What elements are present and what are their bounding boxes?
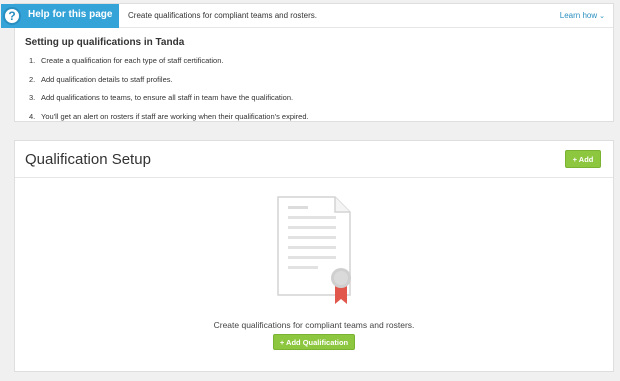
help-steps: 1. Create a qualification for each type o… xyxy=(29,56,309,130)
learn-how-link[interactable]: Learn how ⌄ xyxy=(560,11,605,20)
help-step: 3. Add qualifications to teams, to ensure… xyxy=(29,93,309,112)
qualification-setup-panel: Qualification Setup + Add Create qualifi… xyxy=(14,140,614,372)
help-step: 2. Add qualification details to staff pro… xyxy=(29,75,309,94)
help-tab[interactable]: ? Help for this page xyxy=(1,4,119,28)
help-title: Setting up qualifications in Tanda xyxy=(25,37,185,48)
setup-header: Qualification Setup + Add xyxy=(15,141,613,178)
step-text: Add qualification details to staff profi… xyxy=(41,74,173,84)
step-text: You'll get an alert on rosters if staff … xyxy=(41,111,309,121)
help-description: Create qualifications for compliant team… xyxy=(128,11,317,20)
question-icon: ? xyxy=(3,7,21,25)
chevron-down-icon: ⌄ xyxy=(599,13,605,20)
add-button[interactable]: + Add xyxy=(565,150,601,168)
help-step: 4. You'll get an alert on rosters if staf… xyxy=(29,112,309,131)
learn-how-label: Learn how xyxy=(559,11,598,20)
help-tab-label: Help for this page xyxy=(28,9,113,20)
step-text: Add qualifications to teams, to ensure a… xyxy=(41,93,294,102)
certificate-icon xyxy=(277,196,351,304)
step-number: 3. xyxy=(29,93,36,102)
help-step: 1. Create a qualification for each type o… xyxy=(29,56,309,75)
empty-state-text: Create qualifications for compliant team… xyxy=(213,320,415,330)
step-number: 2. xyxy=(29,74,36,84)
add-qualification-button[interactable]: + Add Qualification xyxy=(273,334,355,350)
step-number: 4. xyxy=(29,111,36,121)
help-panel: ? Help for this page Create qualificatio… xyxy=(1,3,614,122)
step-number: 1. xyxy=(29,56,36,65)
step-text: Create a qualification for each type of … xyxy=(41,56,224,65)
help-bar: ? Help for this page Create qualificatio… xyxy=(1,4,613,28)
page-title: Qualification Setup xyxy=(25,151,151,168)
